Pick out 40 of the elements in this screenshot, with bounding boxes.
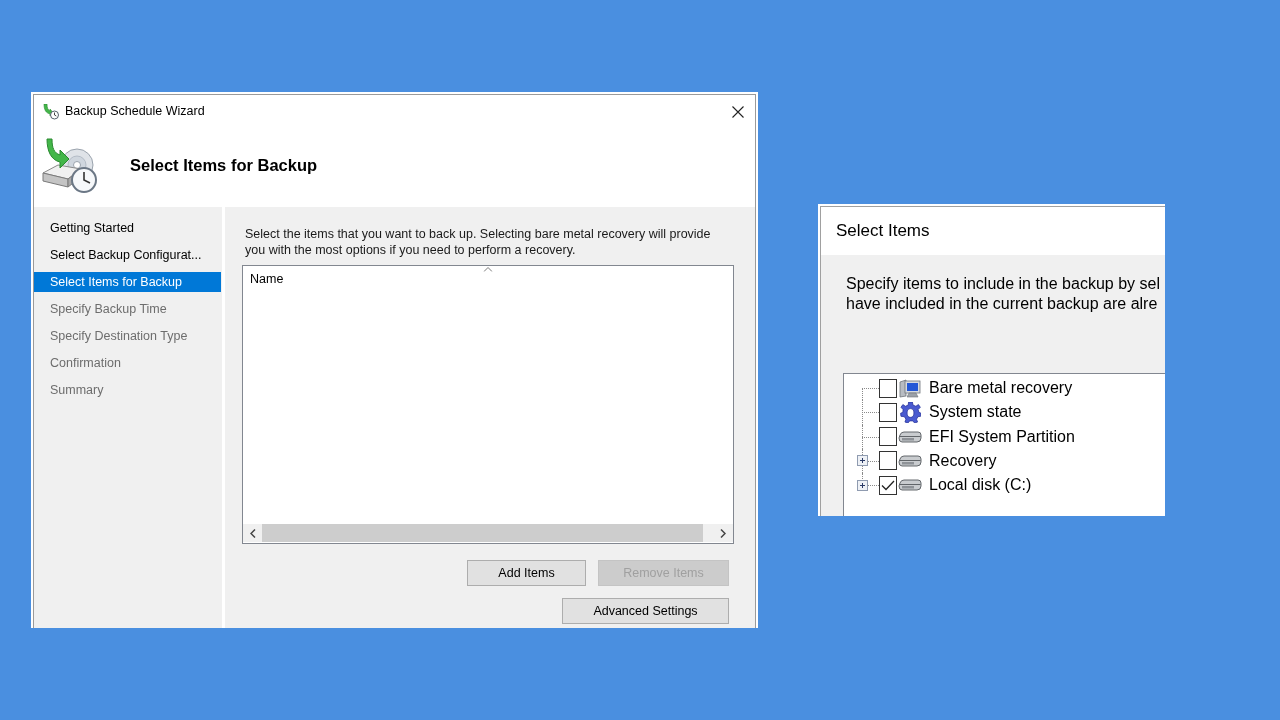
drive-icon xyxy=(898,454,922,467)
tree-item-label[interactable]: EFI System Partition xyxy=(929,424,1075,449)
action-button[interactable]: Add Items xyxy=(467,560,586,586)
expand-icon[interactable] xyxy=(857,455,868,467)
wizard-step: Getting Started xyxy=(34,218,221,238)
checkbox[interactable] xyxy=(879,451,897,471)
wizard-step: Select Items for Backup xyxy=(34,272,221,292)
tree-item-label[interactable]: Recovery xyxy=(929,448,997,473)
backup-drive-clock-icon xyxy=(41,137,99,194)
page-heading: Select Items for Backup xyxy=(130,155,318,177)
check-icon xyxy=(881,479,895,491)
computer-icon xyxy=(899,378,921,399)
wizard-step: Summary xyxy=(34,380,221,400)
chevron-right-icon[interactable] xyxy=(720,528,726,538)
expand-icon[interactable] xyxy=(857,479,868,491)
chevron-left-icon[interactable] xyxy=(249,528,256,538)
checkbox[interactable] xyxy=(879,402,897,422)
gear-icon xyxy=(899,401,921,423)
tree-item-label[interactable]: Local disk (C:) xyxy=(929,473,1032,498)
checkbox[interactable] xyxy=(879,427,897,447)
items-tree[interactable]: Bare metal recovery System state EFI System Partition Recovery Local disk (C:) xyxy=(843,373,1165,516)
wizard-step: Confirmation xyxy=(34,353,221,373)
instructions-text: have included in the current backup are alre xyxy=(846,294,1158,314)
wizard-step: Specify Backup Time xyxy=(34,299,221,319)
close-icon[interactable] xyxy=(732,105,744,118)
drive-icon xyxy=(898,479,922,492)
checkbox[interactable] xyxy=(879,475,897,495)
action-button[interactable]: Advanced Settings xyxy=(562,598,729,624)
backup-clock-icon xyxy=(43,103,59,120)
instructions-text: Select the items that you want to back up. Selecting bare metal recovery will provide you with the most options if you need to perform a recovery. xyxy=(244,226,712,258)
drive-icon xyxy=(898,430,922,443)
window-title: Backup Schedule Wizard xyxy=(65,103,205,121)
items-list[interactable]: Name xyxy=(242,265,734,544)
tree-item-label[interactable]: System state xyxy=(929,400,1022,425)
checkbox[interactable] xyxy=(879,378,897,398)
instructions-text: Specify items to include in the backup by sel xyxy=(846,274,1160,294)
dialog-title: Select Items xyxy=(836,220,930,243)
wizard-step: Select Backup Configurat... xyxy=(34,245,221,265)
wizard-step: Specify Destination Type xyxy=(34,326,221,346)
tree-item-label[interactable]: Bare metal recovery xyxy=(929,376,1073,401)
